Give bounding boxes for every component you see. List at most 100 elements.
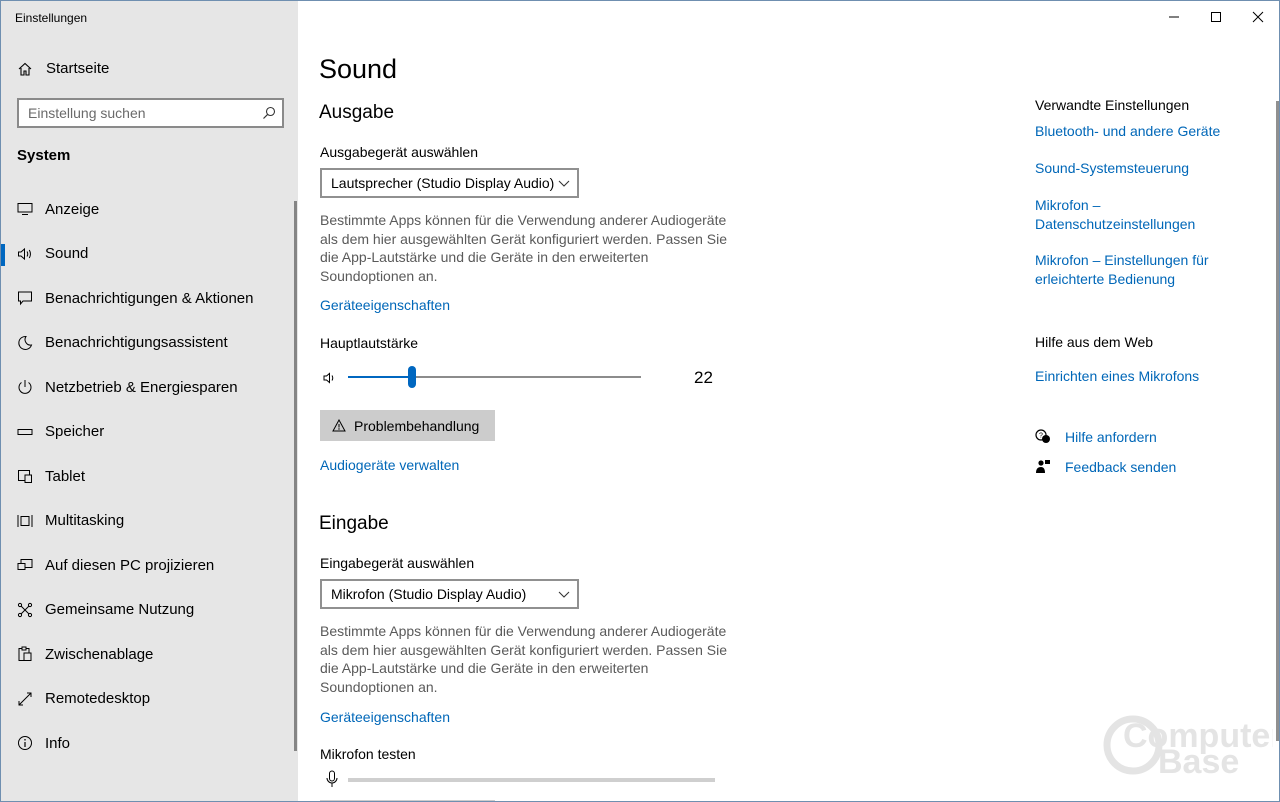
sidebar-item-benachrichtigungen[interactable]: Benachrichtigungen & Aktionen — [1, 276, 298, 321]
output-device-dropdown[interactable]: Lautsprecher (Studio Display Audio) — [320, 168, 579, 198]
sidebar-item-sound[interactable]: Sound — [1, 232, 298, 277]
output-heading: Ausgabe — [319, 102, 395, 123]
output-device-value: Lautsprecher (Studio Display Audio) — [331, 175, 555, 191]
sidebar-scrollbar[interactable] — [294, 201, 297, 751]
remote-desktop-icon — [17, 691, 33, 707]
svg-text:?: ? — [1039, 433, 1043, 440]
watermark-line2: Base — [1158, 743, 1239, 781]
page-title: Sound — [319, 54, 398, 84]
help-chat-icon: ? — [1035, 429, 1050, 443]
sidebar-item-label: Info — [45, 734, 71, 752]
tablet-icon — [17, 468, 33, 484]
output-properties-link[interactable]: Geräteeigenschaften — [320, 297, 450, 313]
search-input[interactable] — [19, 100, 249, 126]
speaker-icon[interactable] — [323, 371, 337, 385]
manage-devices-link[interactable]: Audiogeräte verwalten — [320, 457, 459, 473]
settings-window: Einstellungen Startseite System Anzeige … — [0, 0, 1280, 802]
power-icon — [17, 379, 33, 395]
notification-icon — [17, 290, 33, 306]
moon-icon — [17, 335, 33, 351]
chevron-down-icon — [558, 180, 570, 187]
related-link-mic-accessibility[interactable]: Mikrofon – Einstellungen für erleichtert… — [1035, 251, 1235, 289]
storage-icon — [17, 424, 33, 440]
main-scrollbar[interactable] — [1276, 101, 1279, 741]
main-content: Sound Ausgabe Ausgabegerät auswählen Lau… — [298, 1, 1279, 801]
maximize-icon — [1211, 12, 1221, 22]
input-properties-link[interactable]: Geräteeigenschaften — [320, 709, 450, 725]
multitasking-icon — [17, 513, 33, 529]
mic-test-label: Mikrofon testen — [320, 746, 416, 762]
sidebar-item-label: Gemeinsame Nutzung — [45, 601, 195, 619]
sidebar-nav: Anzeige Sound Benachrichtigungen & Aktio… — [1, 187, 298, 766]
sidebar-item-label: Multitasking — [45, 512, 125, 530]
sidebar-item-label: Remotedesktop — [45, 690, 151, 708]
volume-value: 22 — [694, 368, 713, 387]
input-device-label: Eingabegerät auswählen — [320, 555, 475, 571]
volume-label: Hauptlautstärke — [320, 335, 419, 351]
related-link-mic-privacy[interactable]: Mikrofon – Datenschutzeinstellungen — [1035, 196, 1215, 234]
sidebar-item-speicher[interactable]: Speicher — [1, 410, 298, 455]
microphone-icon — [326, 770, 338, 787]
home-link[interactable]: Startseite — [17, 60, 109, 77]
sidebar-item-benachrichtigungsassistent[interactable]: Benachrichtigungsassistent — [1, 321, 298, 366]
troubleshoot-label: Problembehandlung — [354, 417, 480, 434]
sidebar-item-label: Sound — [45, 245, 89, 263]
minimize-icon — [1169, 16, 1179, 18]
send-feedback-link[interactable]: Feedback senden — [1035, 459, 1176, 475]
sidebar-item-remotedesktop[interactable]: Remotedesktop — [1, 677, 298, 722]
sidebar-item-multitasking[interactable]: Multitasking — [1, 499, 298, 544]
sidebar-item-projizieren[interactable]: Auf diesen PC projizieren — [1, 543, 298, 588]
window-controls — [1153, 1, 1279, 33]
sidebar-item-gemeinsame-nutzung[interactable]: Gemeinsame Nutzung — [1, 588, 298, 633]
sidebar-item-label: Tablet — [45, 467, 86, 485]
share-icon — [17, 602, 33, 618]
related-heading: Verwandte Einstellungen — [1035, 97, 1190, 113]
maximize-button[interactable] — [1195, 1, 1237, 33]
section-title: System — [17, 147, 71, 164]
send-feedback-label: Feedback senden — [1065, 459, 1177, 475]
volume-slider[interactable] — [348, 366, 641, 388]
computerbase-watermark: Computer Base — [1103, 715, 1273, 781]
close-button[interactable] — [1237, 1, 1279, 33]
related-link-bluetooth[interactable]: Bluetooth- und andere Geräte — [1035, 122, 1265, 141]
sidebar-item-anzeige[interactable]: Anzeige — [1, 187, 298, 232]
volume-slider-thumb[interactable] — [408, 366, 417, 388]
sidebar-item-tablet[interactable]: Tablet — [1, 454, 298, 499]
home-label: Startseite — [46, 60, 110, 77]
sidebar-item-zwischenablage[interactable]: Zwischenablage — [1, 632, 298, 677]
input-device-value: Mikrofon (Studio Display Audio) — [331, 586, 527, 602]
output-device-label: Ausgabegerät auswählen — [320, 144, 479, 160]
sidebar-item-info[interactable]: Info — [1, 721, 298, 766]
sidebar-item-label: Speicher — [45, 423, 105, 441]
sidebar-item-label: Zwischenablage — [45, 645, 154, 663]
web-help-heading: Hilfe aus dem Web — [1035, 334, 1154, 350]
search-box[interactable] — [17, 98, 284, 128]
search-icon[interactable] — [262, 106, 276, 120]
troubleshoot-button[interactable]: Problembehandlung — [320, 410, 495, 441]
app-title: Einstellungen — [15, 11, 88, 25]
get-help-link[interactable]: ? Hilfe anfordern — [1035, 429, 1157, 445]
sidebar-item-label: Benachrichtigungsassistent — [45, 334, 228, 352]
info-icon — [17, 735, 33, 751]
sidebar-item-label: Auf diesen PC projizieren — [45, 556, 215, 574]
sidebar-item-label: Netzbetrieb & Energiesparen — [45, 378, 238, 396]
sidebar-item-netzbetrieb[interactable]: Netzbetrieb & Energiesparen — [1, 365, 298, 410]
sidebar-item-label: Benachrichtigungen & Aktionen — [45, 289, 254, 307]
related-link-sound-control[interactable]: Sound-Systemsteuerung — [1035, 159, 1265, 178]
output-description: Bestimmte Apps können für die Verwendung… — [320, 212, 727, 284]
volume-slider-fill — [348, 376, 413, 378]
sidebar-item-label: Anzeige — [45, 200, 100, 218]
web-link-setup-mic[interactable]: Einrichten eines Mikrofons — [1035, 367, 1265, 386]
minimize-button[interactable] — [1153, 1, 1195, 33]
home-icon — [18, 62, 32, 76]
input-device-dropdown[interactable]: Mikrofon (Studio Display Audio) — [320, 579, 579, 609]
feedback-icon — [1036, 460, 1050, 473]
clipboard-icon — [17, 646, 33, 662]
project-icon — [17, 557, 33, 573]
mic-level-bar — [348, 778, 715, 782]
speaker-icon — [17, 246, 33, 262]
input-description: Bestimmte Apps können für die Verwendung… — [320, 623, 727, 695]
display-icon — [17, 201, 33, 217]
close-icon — [1252, 11, 1264, 23]
chevron-down-icon — [558, 591, 570, 598]
